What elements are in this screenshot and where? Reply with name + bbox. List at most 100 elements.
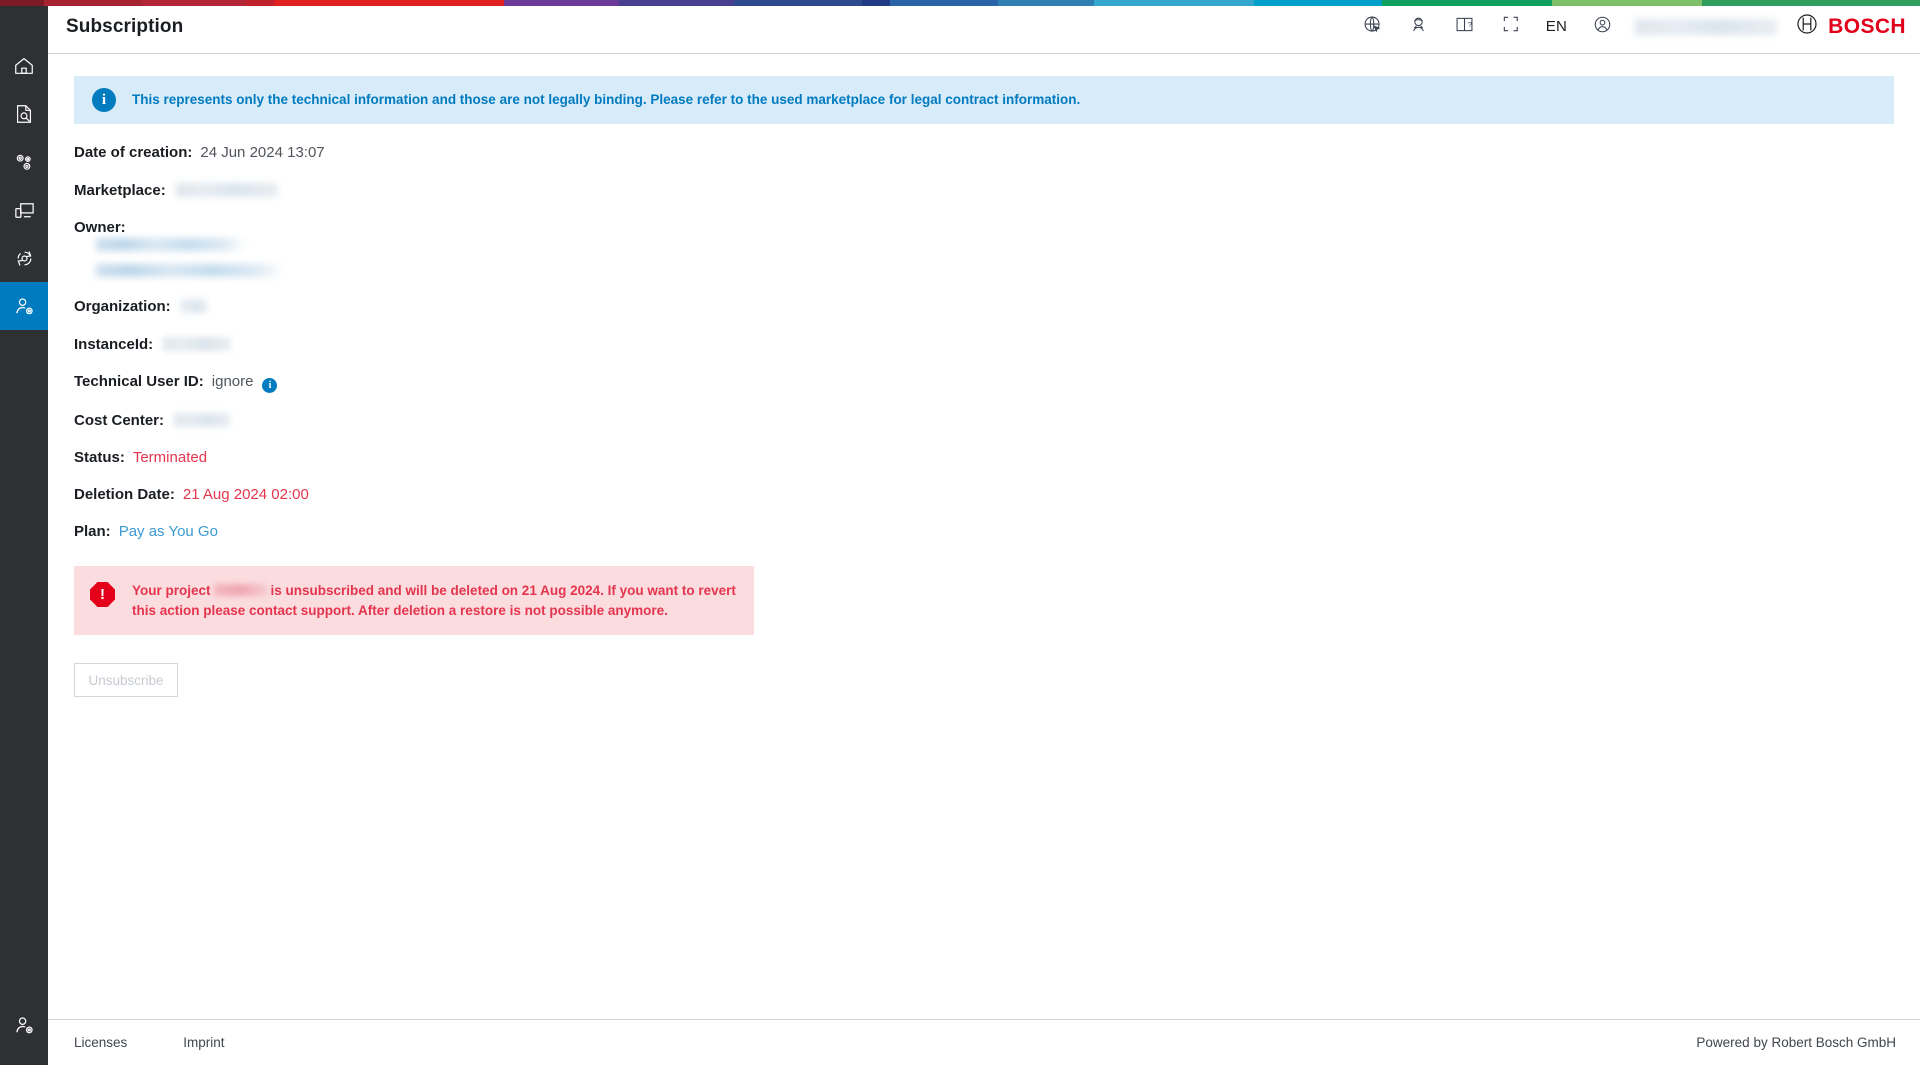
page-title: Subscription [66, 16, 183, 38]
technical-user-id-value: ignore [212, 373, 254, 390]
sidebar-item-settings-sync[interactable] [0, 234, 48, 282]
help-book-button[interactable]: ? [1442, 0, 1488, 54]
sidebar-item-services[interactable] [0, 138, 48, 186]
user-settings-icon [13, 1014, 36, 1037]
technical-info-banner-text: This represents only the technical infor… [132, 91, 1080, 109]
home-icon [13, 55, 35, 77]
accent-segment [1094, 0, 1254, 6]
gears-icon [13, 151, 36, 174]
deletion-date-label: Deletion Date: [74, 486, 175, 503]
sidebar-item-home[interactable] [0, 42, 48, 90]
application-window: Subscription [0, 0, 1920, 1065]
account-name-redacted [1635, 19, 1777, 35]
alert-text-before: Your project [132, 583, 211, 598]
bosch-symbol-icon [1795, 12, 1819, 41]
brand-accent-bar [0, 0, 1920, 6]
cost-center-label: Cost Center: [74, 412, 164, 429]
main-pane: Subscription [48, 0, 1920, 1065]
devices-icon [13, 199, 36, 222]
detail-row-marketplace: Marketplace: [74, 181, 1894, 199]
project-name-redacted [214, 584, 268, 596]
plan-value[interactable]: Pay as You Go [119, 523, 218, 540]
sidebar-item-document-search[interactable] [0, 90, 48, 138]
support-agent-button[interactable] [1396, 0, 1442, 54]
accent-segment [619, 0, 734, 6]
owner-values [74, 238, 1894, 277]
accent-segment [44, 0, 142, 6]
support-agent-icon [1408, 14, 1429, 40]
detail-row-organization: Organization: [74, 297, 1894, 315]
owner-value-redacted[interactable] [96, 238, 246, 251]
technical-info-banner: i This represents only the technical inf… [74, 76, 1894, 124]
accent-segment [734, 0, 862, 6]
detail-row-owner: Owner: [74, 219, 1894, 236]
info-icon: i [92, 88, 116, 112]
accent-segment [998, 0, 1094, 6]
unsubscribe-warning-text: Your projectis unsubscribed and will be … [132, 581, 736, 620]
detail-row-technical-user-id: Technical User ID: ignore i [74, 373, 1894, 391]
detail-row-plan: Plan: Pay as You Go [74, 523, 1894, 540]
accent-segment [504, 0, 619, 6]
organization-label: Organization: [74, 298, 171, 315]
accent-segment [274, 0, 504, 6]
sidebar-item-user-management[interactable] [0, 282, 48, 330]
detail-row-instance-id: InstanceId: [74, 335, 1894, 353]
unsubscribe-warning-alert: ! Your projectis unsubscribed and will b… [74, 566, 754, 635]
accent-segment [890, 0, 998, 6]
svg-text:?: ? [1468, 22, 1472, 29]
status-badge: Terminated [133, 449, 207, 466]
header-actions: ? EN [1350, 0, 1920, 53]
accent-segment [1382, 0, 1552, 6]
owner-label: Owner: [74, 219, 126, 236]
detail-row-deletion-date: Deletion Date: 21 Aug 2024 02:00 [74, 486, 1894, 503]
footer-link-imprint[interactable]: Imprint [183, 1035, 224, 1050]
date-of-creation-label: Date of creation: [74, 144, 192, 161]
deletion-date-value: 21 Aug 2024 02:00 [183, 486, 309, 503]
accent-segment [1552, 0, 1702, 6]
detail-row-cost-center: Cost Center: [74, 411, 1894, 429]
instance-id-value-redacted [163, 337, 231, 351]
globe-pointer-icon [1362, 14, 1383, 40]
bosch-logo: BOSCH [1789, 12, 1906, 41]
app-header: Subscription [48, 0, 1920, 54]
sidebar-spacer [0, 330, 48, 1001]
page-content: i This represents only the technical inf… [48, 54, 1920, 1019]
bosch-wordmark: BOSCH [1828, 15, 1906, 39]
accent-segment [246, 0, 274, 6]
language-selector[interactable]: EN [1534, 18, 1579, 35]
date-of-creation-value: 24 Jun 2024 13:07 [200, 144, 324, 161]
accent-segment [1702, 0, 1920, 6]
document-search-icon [13, 103, 35, 125]
app-footer: Licenses Imprint Powered by Robert Bosch… [48, 1019, 1920, 1065]
footer-powered-by: Powered by Robert Bosch GmbH [1696, 1035, 1896, 1050]
error-icon: ! [90, 582, 115, 607]
user-settings-icon [13, 295, 36, 318]
status-label: Status: [74, 449, 125, 466]
help-book-icon: ? [1454, 14, 1475, 40]
user-circle-icon [1592, 14, 1613, 40]
plan-label: Plan: [74, 523, 111, 540]
footer-link-licenses[interactable]: Licenses [74, 1035, 127, 1050]
marketplace-label: Marketplace: [74, 182, 166, 199]
fullscreen-button[interactable] [1488, 0, 1534, 54]
instance-id-label: InstanceId: [74, 336, 153, 353]
owner-value-redacted[interactable] [96, 264, 284, 277]
content-inner: i This represents only the technical inf… [48, 54, 1920, 697]
globe-pointer-button[interactable] [1350, 0, 1396, 54]
primary-sidebar [0, 0, 48, 1065]
unsubscribe-button[interactable]: Unsubscribe [74, 663, 178, 697]
fullscreen-icon [1501, 14, 1521, 39]
app-body: Subscription [0, 0, 1920, 1065]
user-account-button[interactable] [1579, 0, 1625, 54]
accent-segment [0, 0, 44, 6]
detail-row-date-of-creation: Date of creation: 24 Jun 2024 13:07 [74, 144, 1894, 161]
sidebar-item-devices[interactable] [0, 186, 48, 234]
subscription-details: Date of creation: 24 Jun 2024 13:07 Mark… [74, 144, 1894, 540]
settings-sync-icon [13, 247, 36, 270]
sidebar-item-account-settings[interactable] [0, 1001, 48, 1049]
info-icon[interactable]: i [262, 378, 277, 393]
accent-segment [1254, 0, 1382, 6]
detail-row-status: Status: Terminated [74, 449, 1894, 466]
cost-center-value-redacted [174, 413, 230, 427]
organization-value-redacted [181, 299, 207, 313]
